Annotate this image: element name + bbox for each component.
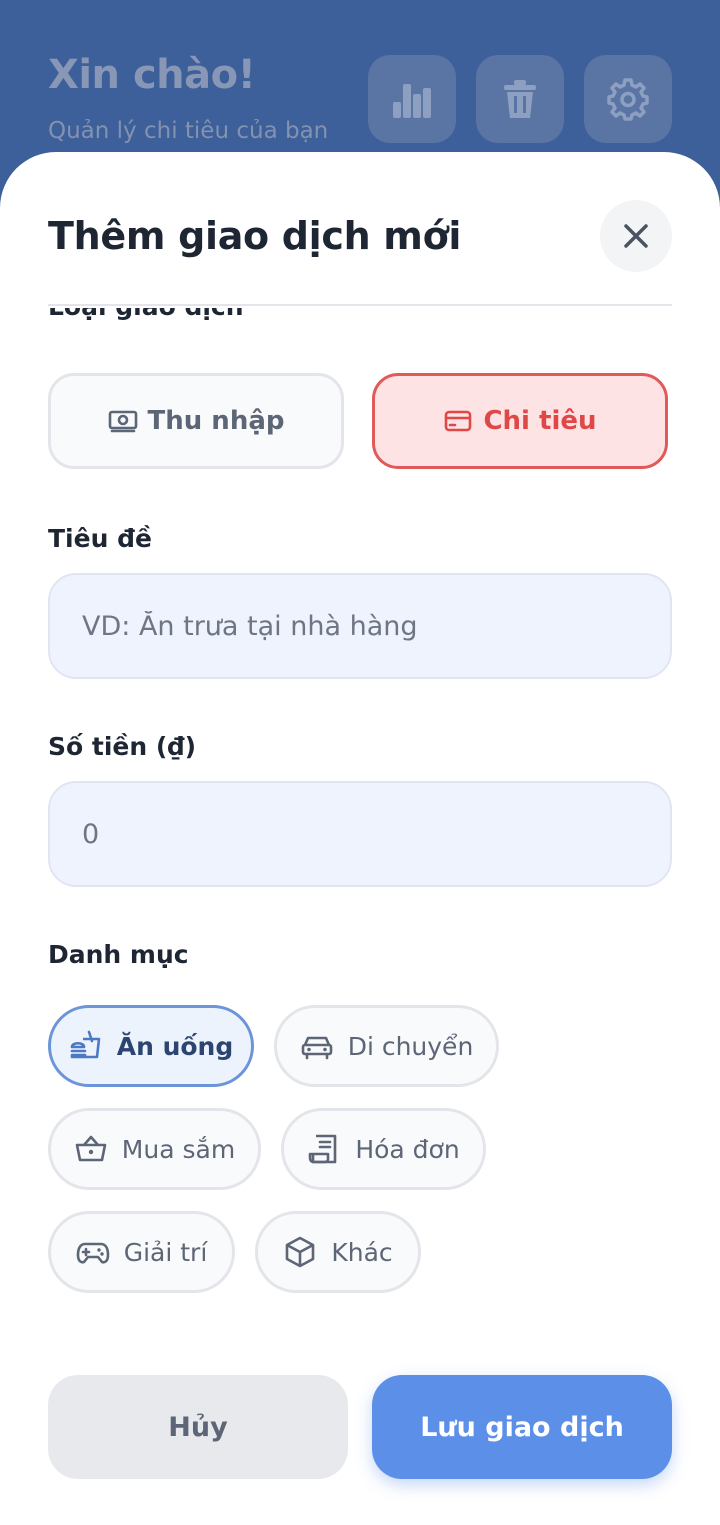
settings-button[interactable] <box>584 55 672 143</box>
category-label-food: Ăn uống <box>116 1031 234 1061</box>
greeting-title: Xin chào! <box>48 52 256 98</box>
category-chip-bills[interactable]: Hóa đơn <box>281 1108 486 1190</box>
bar-chart-icon <box>393 84 431 118</box>
delete-all-button[interactable] <box>476 55 564 143</box>
title-input[interactable] <box>48 573 672 679</box>
trash-icon <box>504 80 536 118</box>
sheet-title: Thêm giao dịch mới <box>48 214 462 258</box>
income-type-label: Thu nhập <box>147 406 285 436</box>
food-icon <box>70 1030 101 1059</box>
category-chip-entertainment[interactable]: Giải trí <box>48 1211 235 1293</box>
category-chip-food[interactable]: Ăn uống <box>48 1005 254 1087</box>
category-label-bills: Hóa đơn <box>355 1134 460 1164</box>
save-button[interactable]: Lưu giao dịch <box>372 1375 672 1479</box>
category-label-shopping: Mua sắm <box>121 1134 236 1164</box>
amount-input[interactable] <box>48 781 672 887</box>
header-divider <box>48 304 672 306</box>
car-icon <box>301 1036 332 1060</box>
greeting-subtitle: Quản lý chi tiêu của bạn <box>48 118 329 144</box>
category-chip-shopping[interactable]: Mua sắm <box>48 1108 261 1190</box>
box-icon <box>286 1236 315 1268</box>
expense-type-label: Chi tiêu <box>483 406 597 436</box>
receipt-icon <box>309 1134 337 1164</box>
category-label-transport: Di chuyển <box>347 1031 474 1061</box>
category-label-other: Khác <box>331 1237 393 1267</box>
cancel-button[interactable]: Hủy <box>48 1375 348 1479</box>
transaction-type-label: Loại giao dịch <box>48 308 244 321</box>
gamepad-icon <box>76 1242 110 1264</box>
title-field-label: Tiêu đề <box>48 524 152 553</box>
expense-type-button[interactable]: Chi tiêu <box>372 373 668 469</box>
category-chip-transport[interactable]: Di chuyển <box>274 1005 499 1087</box>
transaction-type-label-wrap: Loại giao dịch <box>48 308 672 356</box>
category-label: Danh mục <box>48 940 189 969</box>
stats-button[interactable] <box>368 55 456 143</box>
amount-field-label: Số tiền (₫) <box>48 732 197 761</box>
close-button[interactable] <box>600 200 672 272</box>
credit-card-icon <box>445 410 472 432</box>
category-label-entertainment: Giải trí <box>123 1237 208 1267</box>
basket-icon <box>75 1135 107 1162</box>
gear-icon <box>607 78 649 121</box>
money-icon <box>108 410 137 433</box>
category-chip-other[interactable]: Khác <box>255 1211 421 1293</box>
close-icon <box>624 224 648 248</box>
add-transaction-sheet: Thêm giao dịch mới Loại giao dịch Thu nh… <box>0 152 720 1525</box>
income-type-button[interactable]: Thu nhập <box>48 373 344 469</box>
